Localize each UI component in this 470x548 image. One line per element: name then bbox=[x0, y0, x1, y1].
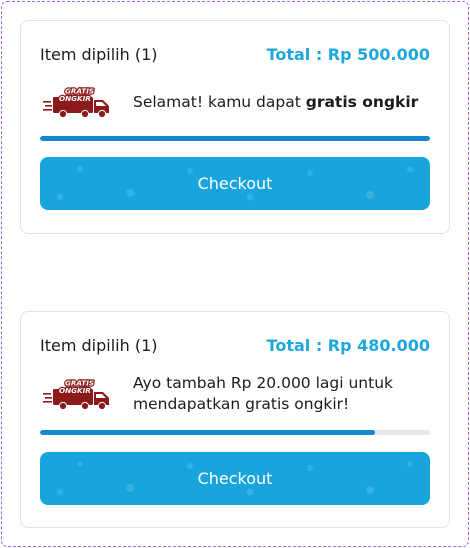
cart-summary-card: Item dipilih (1) Total : Rp 500.000 GRAT… bbox=[20, 20, 450, 234]
total-price: Total : Rp 480.000 bbox=[266, 336, 430, 355]
promo-highlight: gratis ongkir bbox=[305, 92, 419, 111]
promo-message: Selamat! kamu dapat gratis ongkir bbox=[133, 92, 419, 111]
delivery-truck-icon: GRATIS ONGKIR bbox=[43, 377, 109, 411]
free-shipping-promo: GRATIS ONGKIR Selamat! kamu dapat gratis… bbox=[43, 85, 435, 119]
summary-header: Item dipilih (1) Total : Rp 480.000 bbox=[40, 336, 430, 355]
item-count-label: Item dipilih (1) bbox=[40, 336, 158, 355]
checkout-label: Checkout bbox=[197, 174, 273, 193]
delivery-truck-icon: GRATIS ONGKIR bbox=[43, 85, 109, 119]
svg-text:ONGKIR: ONGKIR bbox=[59, 94, 91, 103]
checkout-button[interactable]: Checkout bbox=[40, 157, 430, 210]
checkout-label: Checkout bbox=[197, 469, 273, 488]
checkout-button[interactable]: Checkout bbox=[40, 452, 430, 505]
item-count-label: Item dipilih (1) bbox=[40, 45, 158, 64]
cart-summary-card: Item dipilih (1) Total : Rp 480.000 GRAT… bbox=[20, 311, 450, 528]
free-shipping-progress-bar bbox=[40, 430, 430, 435]
free-shipping-progress-bar bbox=[40, 136, 430, 141]
progress-fill bbox=[40, 136, 430, 141]
free-shipping-promo: GRATIS ONGKIR Ayo tambah Rp 20.000 lagi … bbox=[43, 372, 435, 416]
summary-header: Item dipilih (1) Total : Rp 500.000 bbox=[40, 45, 430, 64]
promo-message: Ayo tambah Rp 20.000 lagi untuk mendapat… bbox=[133, 374, 393, 413]
total-price: Total : Rp 500.000 bbox=[266, 45, 430, 64]
svg-text:ONGKIR: ONGKIR bbox=[59, 386, 91, 395]
progress-fill bbox=[40, 430, 376, 435]
